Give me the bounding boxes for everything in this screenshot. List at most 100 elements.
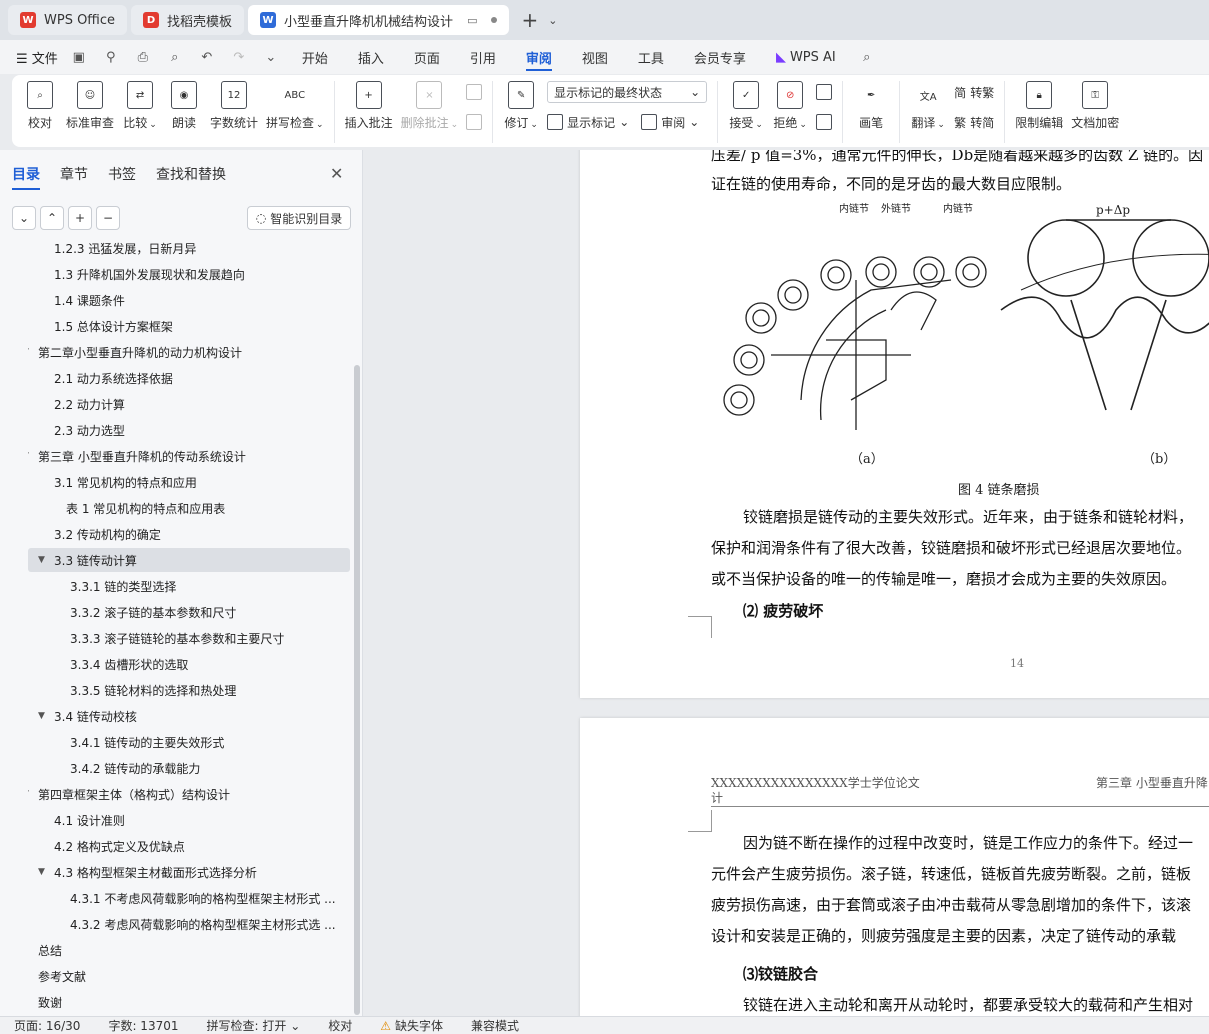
menu-tools[interactable]: 工具 [628, 40, 674, 74]
toc-item[interactable]: 总结 [28, 938, 350, 962]
undo-icon[interactable]: ↶ [196, 50, 218, 65]
expand-arrow-icon[interactable]: ▼ [28, 347, 29, 357]
toc-item[interactable]: 参考文献 [28, 964, 350, 988]
markup-state-select[interactable]: 显示标记的最终状态 ⌄ [547, 81, 708, 103]
tab-bookmarks[interactable]: 书签 [108, 164, 136, 184]
toc-item[interactable]: 3.3.5 链轮材料的选择和热处理 [28, 678, 350, 702]
toc-item[interactable]: 2.1 动力系统选择依据 [28, 366, 350, 390]
tab-wps-office[interactable]: W WPS Office [8, 5, 128, 35]
toc-item[interactable]: ▼ 第二章小型垂直升降机的动力机构设计 [28, 340, 350, 364]
close-icon[interactable]: ✕ [330, 164, 343, 183]
delete-comment-button[interactable]: × 删除批注 ⌄ [397, 81, 463, 131]
search-icon[interactable]: ⌕ [856, 50, 878, 65]
word-count-indicator[interactable]: 字数: 13701 [94, 1017, 192, 1034]
next-comment-button[interactable] [466, 111, 483, 133]
menu-view[interactable]: 视图 [572, 40, 618, 74]
toc-item[interactable]: 3.3.1 链的类型选择 [28, 574, 350, 598]
spell-check-button[interactable]: ABC 拼写检查 ⌄ [262, 81, 328, 131]
print-icon[interactable]: ⎙ [132, 50, 154, 65]
toc-item[interactable]: ▼ 第四章框架主体（格构式）结构设计 [28, 782, 350, 806]
toc-item[interactable]: 表 1 常见机构的特点和应用表 [28, 496, 350, 520]
tab-sections[interactable]: 章节 [60, 164, 88, 184]
to-simplified-button[interactable]: 繁转简 [954, 111, 994, 133]
menu-member[interactable]: 会员专享 [684, 40, 756, 74]
missing-font-indicator[interactable]: ⚠ 缺失字体 [366, 1017, 457, 1034]
remove-heading-button[interactable]: − [96, 206, 120, 230]
toc-item[interactable]: 致谢 [28, 990, 350, 1009]
toc-item[interactable]: 4.3.2 考虑风荷载影响的格构型框架主材形式选 ... [28, 912, 350, 936]
translate-button[interactable]: 文A 翻译 ⌄ [906, 81, 950, 131]
chevron-down-icon[interactable]: ⌄ [260, 50, 282, 65]
tab-template[interactable]: D 找稻壳模板 [131, 5, 245, 35]
reject-button[interactable]: ⊘ 拒绝 ⌄ [768, 81, 812, 131]
doc-encrypt-button[interactable]: ⚿ 文档加密 [1067, 81, 1123, 131]
wps-ai-button[interactable]: ◣ WPS AI [766, 40, 846, 74]
menu-review[interactable]: 审阅 [516, 40, 562, 74]
spell-check-indicator[interactable]: 拼写检查: 打开 ⌄ [193, 1017, 315, 1034]
insert-comment-button[interactable]: + 插入批注 [341, 81, 397, 131]
menu-insert[interactable]: 插入 [348, 40, 394, 74]
page-14[interactable]: 压差/ p 值=3%，通常元件的伸长，Db是随着越来越多的齿数 Z 链的。因 证… [580, 150, 1209, 698]
toc-item[interactable]: 2.2 动力计算 [28, 392, 350, 416]
prev-change-button[interactable] [816, 81, 833, 103]
toc-item[interactable]: 1.3 升降机国外发展现状和发展趋向 [28, 262, 350, 286]
revise-button[interactable]: ✎ 修订 ⌄ [499, 81, 543, 131]
expand-arrow-icon[interactable]: ▼ [28, 789, 29, 799]
toc-item[interactable]: 1.4 课题条件 [28, 288, 350, 312]
toc-item[interactable]: 3.3.4 齿槽形状的选取 [28, 652, 350, 676]
toc-item[interactable]: 3.1 常见机构的特点和应用 [28, 470, 350, 494]
toc-item[interactable]: 4.2 格构式定义及优缺点 [28, 834, 350, 858]
proof-indicator[interactable]: 校对 [314, 1017, 366, 1034]
page-15[interactable]: XXXXXXXXXXXXXXXX学士学位论文 计 第三章 小型垂直升降 因为链不… [580, 718, 1209, 1016]
toc-item[interactable]: 4.3.1 不考虑风荷载影响的格构型框架主材形式 ... [28, 886, 350, 910]
toc-item[interactable]: 3.2 传动机构的确定 [28, 522, 350, 546]
read-aloud-button[interactable]: ◉ 朗读 [162, 81, 206, 131]
toc-item[interactable]: ▼ 第三章 小型垂直升降机的传动系统设计 [28, 444, 350, 468]
print-preview-icon[interactable]: ⌕ [164, 50, 186, 65]
tab-document[interactable]: W 小型垂直升降机机械结构设计 ▭ [248, 5, 510, 35]
toc-item[interactable]: ▼ 4.3 格构型框架主材截面形式选择分析 [28, 860, 350, 884]
page-indicator[interactable]: 页面: 16/30 [0, 1017, 94, 1034]
review-pane-button[interactable]: 审阅 ⌄ [641, 111, 699, 133]
collapse-all-button[interactable]: ⌄ [12, 206, 36, 230]
expand-up-button[interactable]: ⌃ [40, 206, 64, 230]
tab-find-replace[interactable]: 查找和替换 [156, 164, 226, 184]
menu-references[interactable]: 引用 [460, 40, 506, 74]
menu-page[interactable]: 页面 [404, 40, 450, 74]
toc-item[interactable]: ▼ 3.3 链传动计算 [28, 548, 350, 572]
sidebar-scrollbar[interactable] [354, 365, 360, 1015]
restrict-edit-button[interactable]: 🔒︎ 限制编辑 [1011, 81, 1067, 131]
smart-toc-button[interactable]: ◌ 智能识别目录 [247, 206, 351, 230]
toc-item[interactable]: 3.3.2 滚子链的基本参数和尺寸 [28, 600, 350, 624]
new-tab-icon[interactable]: + [521, 8, 538, 32]
toc-item[interactable]: 1.2.3 迅猛发展，日新月异 [28, 238, 350, 260]
chevron-down-icon[interactable]: ⌄ [548, 14, 557, 27]
show-markup-button[interactable]: 显示标记 ⌄ [547, 111, 629, 133]
toc-item[interactable]: 4.1 设计准则 [28, 808, 350, 832]
file-menu[interactable]: ☰ 文件 [16, 48, 58, 67]
expand-arrow-icon[interactable]: ▼ [28, 451, 29, 461]
toc-item[interactable]: 3.3.3 滚子链链轮的基本参数和主要尺寸 [28, 626, 350, 650]
share-icon[interactable]: ⚲ [100, 50, 122, 65]
pen-button[interactable]: ✒ 画笔 [849, 81, 893, 131]
word-count-button[interactable]: 12 字数统计 [206, 81, 262, 131]
monitor-icon[interactable]: ▭ [467, 14, 477, 27]
unsaved-dot-icon[interactable] [491, 17, 498, 23]
expand-arrow-icon[interactable]: ▼ [38, 711, 45, 721]
document-area[interactable]: 压差/ p 值=3%，通常元件的伸长，Db是随着越来越多的齿数 Z 链的。因 证… [364, 150, 1209, 1016]
next-change-button[interactable] [816, 111, 833, 133]
add-heading-button[interactable]: + [68, 206, 92, 230]
save-icon[interactable]: ▣ [68, 50, 90, 65]
accept-button[interactable]: ✓ 接受 ⌄ [724, 81, 768, 131]
toc-item[interactable]: 2.3 动力选型 [28, 418, 350, 442]
compat-mode-indicator[interactable]: 兼容模式 [457, 1017, 533, 1034]
to-traditional-button[interactable]: 简转繁 [954, 81, 994, 103]
toc-item[interactable]: 3.4.1 链传动的主要失效形式 [28, 730, 350, 754]
tab-toc[interactable]: 目录 [12, 164, 40, 190]
proof-button[interactable]: ⌕ 校对 [18, 81, 62, 131]
prev-comment-button[interactable] [466, 81, 483, 103]
toc-item[interactable]: 3.4.2 链传动的承载能力 [28, 756, 350, 780]
menu-home[interactable]: 开始 [292, 40, 338, 74]
redo-icon[interactable]: ↷ [228, 50, 250, 65]
expand-arrow-icon[interactable]: ▼ [38, 555, 45, 565]
